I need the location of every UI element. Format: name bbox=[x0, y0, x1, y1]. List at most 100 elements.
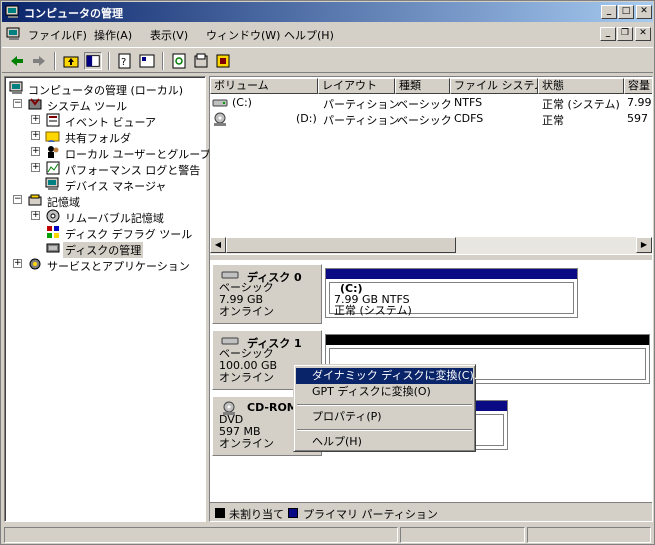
expand-icon[interactable]: + bbox=[31, 115, 40, 124]
unallocated-swatch bbox=[215, 508, 225, 518]
export-icon[interactable] bbox=[192, 52, 210, 70]
volume-cell: (C:) bbox=[232, 96, 252, 109]
disk-0-label[interactable]: ディスク 0 ベーシック 7.99 GB オンライン bbox=[212, 264, 322, 324]
tree-item-event-viewer[interactable]: + イベント ビューア bbox=[31, 112, 201, 129]
unallocated-bar bbox=[326, 335, 649, 345]
column-header-type[interactable]: 種類 bbox=[395, 78, 450, 94]
context-menu: ダイナミック ディスクに変換(C)... GPT ディスクに変換(O) プロパテ… bbox=[293, 364, 484, 452]
tree-item-storage[interactable]: − 記憶域 bbox=[13, 192, 198, 209]
collapse-icon[interactable]: − bbox=[13, 99, 22, 108]
tools-icon bbox=[28, 98, 42, 110]
menu-help[interactable]: ヘルプ(H) bbox=[284, 27, 334, 43]
users-icon bbox=[48, 146, 59, 158]
close-button[interactable]: ✕ bbox=[636, 5, 652, 19]
disk-tool-icon[interactable] bbox=[214, 52, 232, 70]
menu-item-properties[interactable]: プロパティ(P) bbox=[296, 409, 473, 425]
filesystem-cell: CDFS bbox=[454, 112, 484, 125]
menu-item-convert-dynamic[interactable]: ダイナミック ディスクに変換(C)... bbox=[296, 368, 484, 384]
child-restore-button[interactable]: ❐ bbox=[617, 27, 633, 41]
menu-separator bbox=[297, 429, 472, 431]
storage-icon bbox=[28, 194, 42, 206]
toolbar: ? bbox=[2, 47, 653, 73]
toolbar-separator bbox=[54, 52, 56, 70]
menu-item-help[interactable]: ヘルプ(H) bbox=[296, 434, 473, 450]
column-header-filesystem[interactable]: ファイル システム bbox=[450, 78, 538, 94]
column-header-capacity[interactable]: 容量 bbox=[624, 78, 652, 94]
disk-status: オンライン bbox=[219, 305, 274, 318]
legend-unallocated: 未割り当て bbox=[229, 508, 284, 521]
title-bar[interactable]: コンピュータの管理 _ □ ✕ bbox=[2, 2, 653, 22]
scroll-left-button[interactable]: ◀ bbox=[210, 237, 226, 253]
disk-status: オンライン bbox=[219, 437, 274, 450]
expand-icon[interactable]: + bbox=[31, 211, 40, 220]
properties-icon[interactable]: ? bbox=[116, 52, 134, 70]
tree-root[interactable]: コンピュータの管理 (ローカル) bbox=[9, 80, 199, 97]
tree-item-disk-management[interactable]: ディスクの管理 bbox=[45, 240, 145, 258]
capacity-cell: 7.99 bbox=[627, 96, 652, 109]
tree-item-removable-storage[interactable]: + リムーバブル記憶域 bbox=[31, 208, 201, 225]
menu-window[interactable]: ウィンドウ(W) bbox=[206, 27, 280, 43]
type-cell: ベーシック bbox=[397, 114, 452, 127]
menu-view[interactable]: 表示(V) bbox=[150, 27, 188, 43]
up-folder-icon[interactable] bbox=[62, 52, 80, 70]
legend: 未割り当て プライマリ パーティション bbox=[210, 502, 652, 521]
status-panel-2 bbox=[400, 527, 525, 543]
removable-storage-icon bbox=[46, 209, 60, 223]
tree-item-system-tools[interactable]: − システム ツール bbox=[13, 96, 198, 113]
mmc-icon[interactable] bbox=[6, 26, 22, 42]
tree-item-shared-folders[interactable]: + 共有フォルダ bbox=[31, 128, 201, 145]
table-row[interactable]: (D:) パーティション ベーシック CDFS 正常 597 I bbox=[210, 111, 652, 127]
view-icon[interactable] bbox=[138, 52, 156, 70]
scroll-thumb[interactable] bbox=[226, 237, 456, 253]
performance-icon bbox=[46, 161, 60, 175]
tree-item-performance-logs[interactable]: + パフォーマンス ログと警告 bbox=[31, 160, 201, 177]
tree-item-defrag[interactable]: ディスク デフラグ ツール bbox=[45, 224, 201, 241]
layout-cell: パーティション bbox=[323, 114, 400, 127]
disk-status: オンライン bbox=[219, 371, 274, 384]
tree-item-device-manager[interactable]: デバイス マネージャ bbox=[45, 176, 201, 193]
computer-management-window: コンピュータの管理 _ □ ✕ ファイル(F) 操作(A) 表示(V) ウィンド… bbox=[0, 0, 655, 545]
table-row[interactable]: (C:) パーティション ベーシック NTFS 正常 (システム) 7.99 bbox=[210, 95, 652, 111]
child-close-button[interactable]: ✕ bbox=[635, 27, 651, 41]
primary-swatch bbox=[288, 508, 298, 518]
child-minimize-button[interactable]: _ bbox=[600, 27, 616, 41]
forward-arrow-icon[interactable] bbox=[30, 52, 48, 70]
hard-drive-icon bbox=[212, 99, 228, 107]
legend-primary: プライマリ パーティション bbox=[303, 508, 438, 521]
maximize-button[interactable]: □ bbox=[618, 5, 634, 19]
scroll-right-button[interactable]: ▶ bbox=[636, 237, 652, 253]
expand-icon[interactable]: + bbox=[13, 259, 22, 268]
column-header-layout[interactable]: レイアウト bbox=[318, 78, 395, 94]
horizontal-scrollbar[interactable]: ◀ ▶ bbox=[210, 237, 652, 254]
filesystem-cell: NTFS bbox=[454, 96, 483, 109]
column-header-volume[interactable]: ボリューム bbox=[210, 78, 318, 94]
back-arrow-icon[interactable] bbox=[8, 52, 26, 70]
column-header-status[interactable]: 状態 bbox=[538, 78, 624, 94]
tree-item-services-apps[interactable]: + サービスとアプリケーション bbox=[13, 256, 198, 273]
toolbar-separator bbox=[108, 52, 110, 70]
minimize-button[interactable]: _ bbox=[601, 5, 617, 19]
disk-icon bbox=[221, 271, 239, 279]
computer-icon bbox=[9, 81, 23, 94]
menu-item-convert-gpt[interactable]: GPT ディスクに変換(O) bbox=[296, 384, 473, 400]
disk-name: CD-ROM bbox=[247, 401, 298, 414]
shared-folder-icon bbox=[45, 131, 60, 142]
status-panel-3 bbox=[527, 527, 651, 543]
expand-icon[interactable]: + bbox=[31, 147, 40, 156]
expand-icon[interactable]: + bbox=[31, 163, 40, 172]
menu-file[interactable]: ファイル(F) bbox=[28, 27, 87, 43]
tree-item-local-users[interactable]: + ローカル ユーザーとグループ bbox=[31, 144, 211, 161]
disk-icon bbox=[221, 337, 239, 345]
menu-action[interactable]: 操作(A) bbox=[94, 27, 132, 43]
status-panel-main bbox=[4, 527, 398, 543]
event-viewer-icon bbox=[46, 113, 60, 127]
details-pane: ボリューム レイアウト 種類 ファイル システム 状態 容量 (C:) パーティ… bbox=[209, 76, 653, 522]
status-cell: 正常 (システム) bbox=[542, 98, 620, 111]
collapse-icon[interactable]: − bbox=[13, 195, 22, 204]
services-icon bbox=[29, 258, 41, 270]
expand-icon[interactable]: + bbox=[31, 131, 40, 140]
refresh-icon[interactable] bbox=[170, 52, 188, 70]
show-tree-icon[interactable] bbox=[84, 52, 102, 70]
volume-c-block[interactable]: (C:) 7.99 GB NTFS 正常 (システム) bbox=[325, 268, 578, 318]
disk-management-icon bbox=[46, 243, 60, 253]
